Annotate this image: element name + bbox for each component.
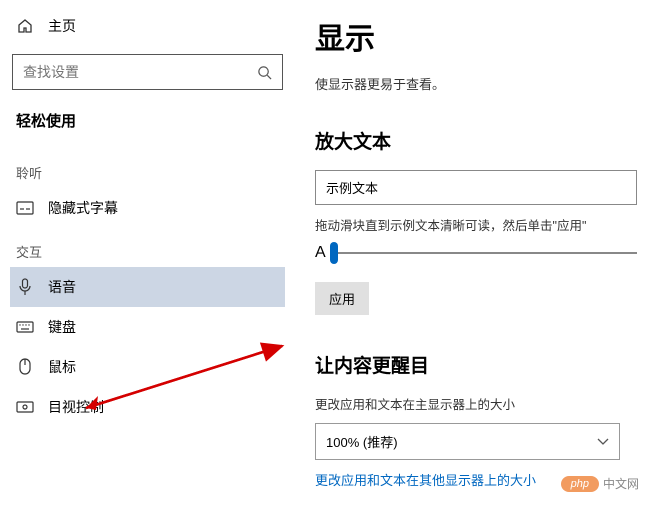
enlarge-heading: 放大文本 [315,127,637,154]
sidebar-item-mouse[interactable]: 鼠标 [10,347,285,387]
apply-button[interactable]: 应用 [315,282,369,315]
page-title: 显示 [315,14,637,58]
sidebar-item-captions[interactable]: 隐藏式字幕 [10,188,285,228]
chevron-down-icon [597,438,609,446]
sidebar-title: 轻松使用 [10,104,285,149]
main-content: 显示 使显示器更易于查看。 放大文本 示例文本 拖动滑块直到示例文本清晰可读，然… [295,0,645,506]
sidebar-item-keyboard[interactable]: 键盘 [10,307,285,347]
sample-text-box: 示例文本 [315,170,637,205]
sidebar-item-label: 键盘 [48,317,76,337]
microphone-icon [16,278,34,296]
sidebar: 主页 轻松使用 聆听 隐藏式字幕 交互 语音 键盘 鼠标 [0,0,295,506]
watermark-text: 中文网 [603,475,639,492]
slider-track[interactable] [334,252,637,254]
page-desc: 使显示器更易于查看。 [315,74,637,93]
section-listen-label: 聆听 [10,149,285,188]
slider-thumb[interactable] [330,242,338,264]
watermark-badge: php [561,476,599,492]
search-icon [257,65,272,80]
scale-value: 100% (推荐) [326,432,398,451]
home-label: 主页 [48,16,76,36]
captions-icon [16,201,34,215]
home-button[interactable]: 主页 [10,8,285,44]
search-input[interactable] [23,64,257,80]
search-box[interactable] [12,54,283,90]
keyboard-icon [16,321,34,333]
scale-dropdown[interactable]: 100% (推荐) [315,423,620,460]
slider-hint: 拖动滑块直到示例文本清晰可读，然后单击"应用" [315,215,637,234]
sidebar-item-label: 目视控制 [48,397,104,417]
eye-icon [16,400,34,414]
scale-label: 更改应用和文本在主显示器上的大小 [315,394,637,413]
home-icon [16,18,34,34]
section-interact-label: 交互 [10,228,285,267]
mouse-icon [16,358,34,376]
prominent-heading: 让内容更醒目 [315,351,637,378]
sidebar-item-label: 隐藏式字幕 [48,198,118,218]
sidebar-item-speech[interactable]: 语音 [10,267,285,307]
text-size-slider[interactable]: A [315,244,637,262]
small-a-label: A [315,244,326,262]
sidebar-item-label: 语音 [48,277,76,297]
sidebar-item-label: 鼠标 [48,357,76,377]
sidebar-item-eyecontrol[interactable]: 目视控制 [10,387,285,427]
watermark: php 中文网 [561,475,639,492]
